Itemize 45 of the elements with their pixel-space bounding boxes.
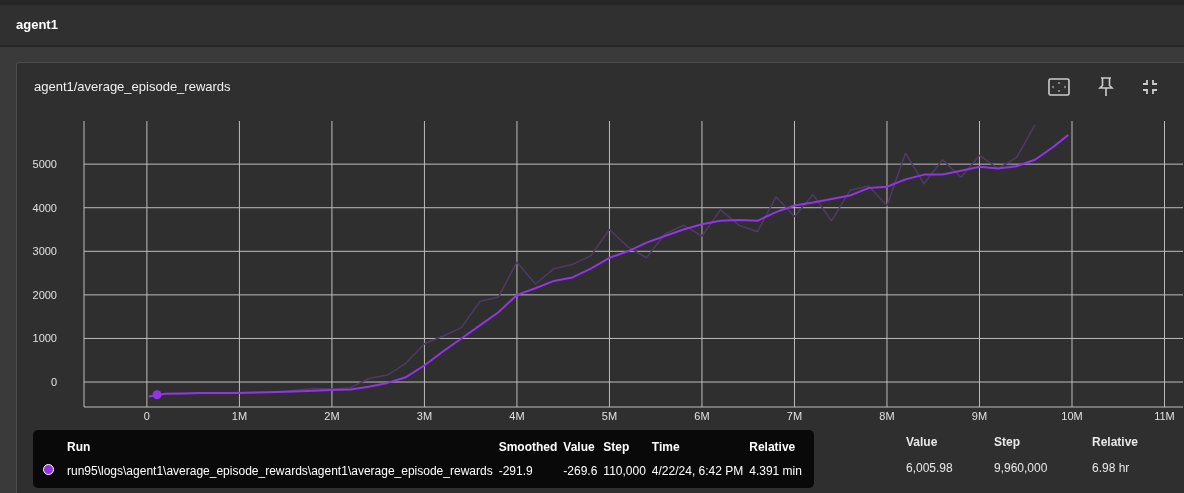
axis-label: 1000 xyxy=(32,332,57,345)
section-title: agent1 xyxy=(16,16,58,35)
pin-button[interactable] xyxy=(1096,75,1116,99)
table-cell-text: 110,000 xyxy=(603,463,646,480)
column-header: Value xyxy=(906,434,939,451)
chart-title: agent1/average_episode_rewards xyxy=(34,78,231,97)
table-cell-text: 9,960,000 xyxy=(994,460,1049,477)
frame-icon xyxy=(1048,78,1070,96)
collapse-button[interactable] xyxy=(1140,77,1160,97)
column-header: Value xyxy=(563,439,596,456)
column-header: Relative xyxy=(1092,434,1140,451)
axis-label: 2M xyxy=(324,410,340,422)
table-cell-text: 6.98 hr xyxy=(1092,460,1131,477)
pin-icon xyxy=(1098,77,1114,97)
hover-marker xyxy=(152,390,162,400)
column-header: Step xyxy=(994,434,1021,451)
fit-view-button[interactable] xyxy=(1046,76,1072,98)
table-cell-text: 4.391 min xyxy=(749,463,802,480)
table-cell-text: -269.6 xyxy=(563,463,598,480)
table-cell-text: run95\logs\agent1\average_episode_rewards\agent1\average_episode_rewards xyxy=(67,463,493,480)
column-header: Run xyxy=(67,439,92,456)
collapse-icon xyxy=(1142,79,1158,95)
axis-label: 0 xyxy=(50,376,57,389)
axis-label: 1M xyxy=(231,410,248,422)
table-cell-text: 4/22/24, 6:42 PM xyxy=(651,463,744,480)
axis-label: 2000 xyxy=(32,288,57,301)
column-header: Relative xyxy=(749,439,797,456)
axis-label: 5000 xyxy=(32,158,57,171)
column-header: Step xyxy=(603,439,631,456)
axis-label: 7M xyxy=(786,410,803,422)
axis-label: 4000 xyxy=(32,201,57,214)
axis-label: 3000 xyxy=(32,245,57,258)
axis-label: 10M xyxy=(1061,410,1083,422)
column-header: Time xyxy=(651,439,681,456)
column-header: Smoothed xyxy=(498,439,558,456)
axis-label: 6M xyxy=(694,410,710,422)
axis-label: 0 xyxy=(143,410,150,422)
axis-label: 3M xyxy=(416,410,433,422)
axis-label: 4M xyxy=(509,410,525,422)
axis-label: 11M xyxy=(1154,410,1175,422)
axis-label: 9M xyxy=(971,410,988,422)
table-cell-text: 6,005.98 xyxy=(906,460,954,477)
table-cell-text: -291.9 xyxy=(498,463,534,480)
axis-label: 8M xyxy=(879,410,895,422)
axis-label: 5M xyxy=(601,410,618,422)
